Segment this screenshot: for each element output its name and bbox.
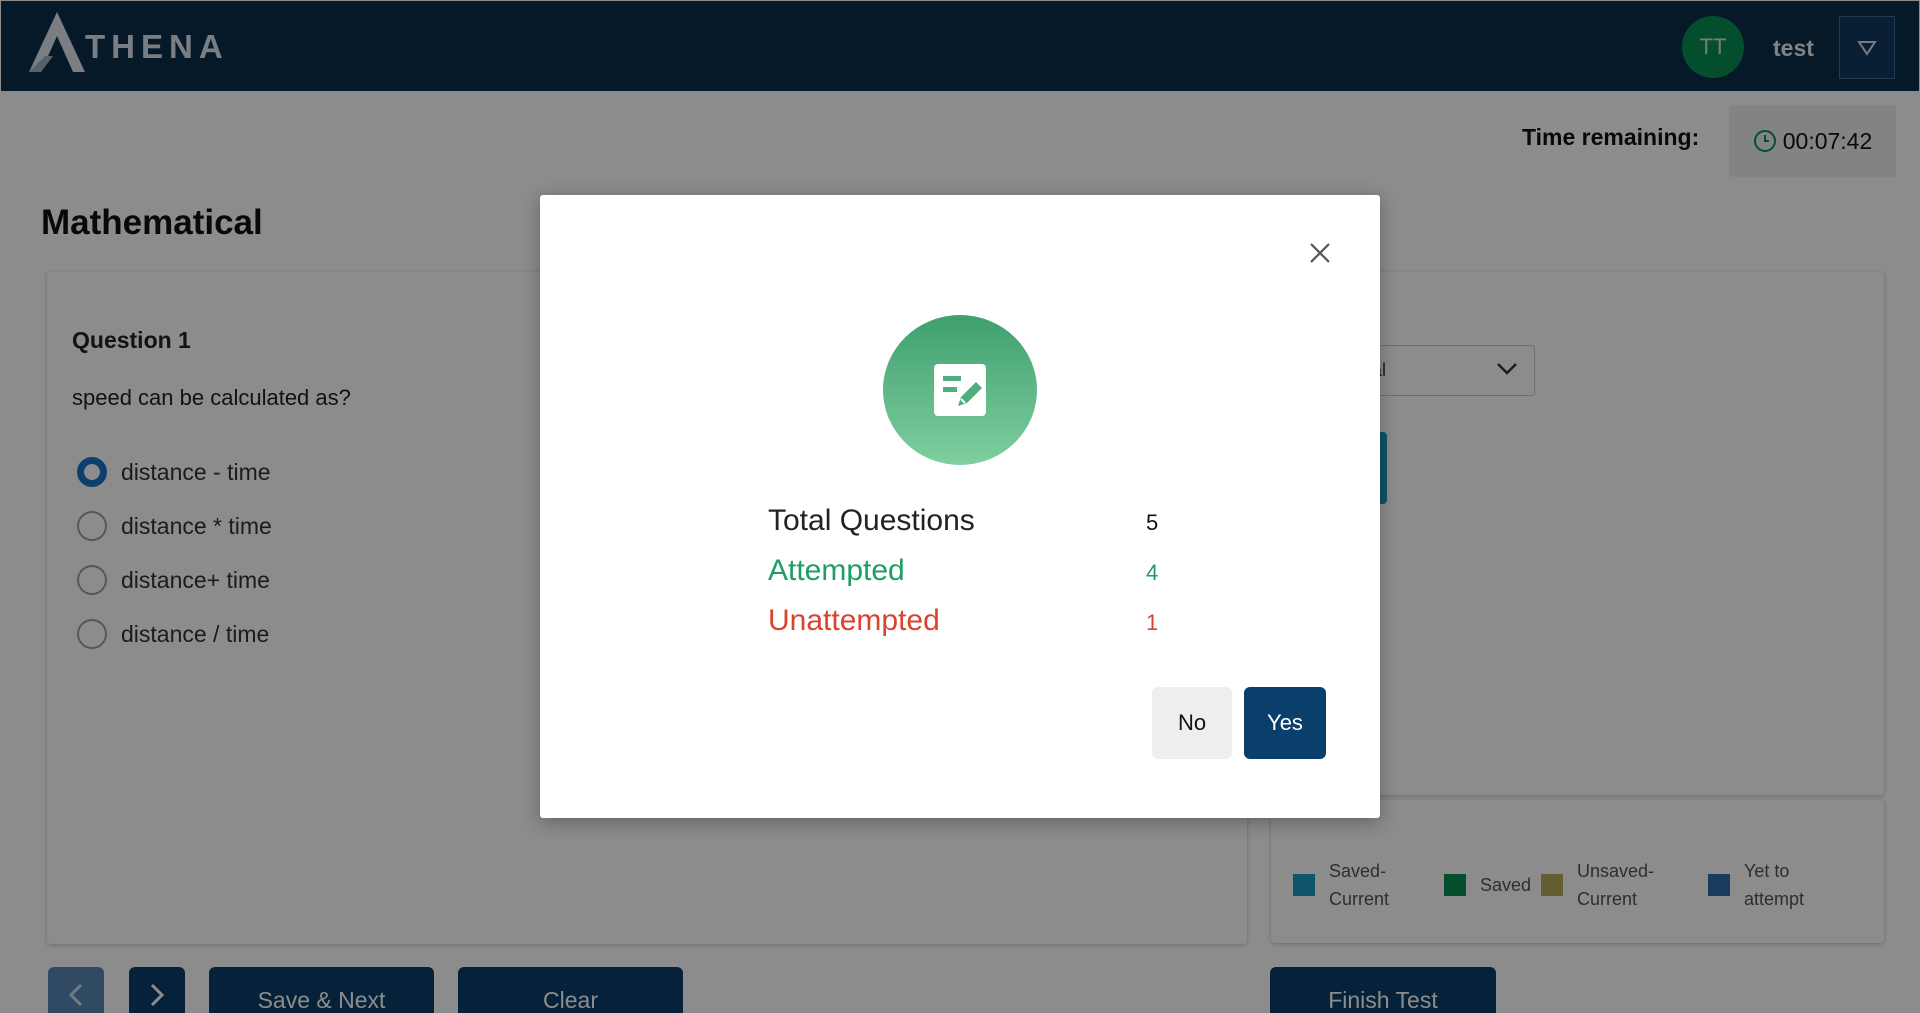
total-questions-value: 5 — [1146, 510, 1159, 535]
edit-document-icon — [934, 364, 986, 416]
unattempted-value: 1 — [1146, 610, 1159, 635]
close-icon — [1310, 243, 1330, 263]
close-button[interactable] — [1302, 235, 1338, 271]
modal-icon-circle — [883, 315, 1037, 465]
total-questions-label: Total Questions — [768, 504, 975, 537]
submit-confirmation-modal: Total Questions 5 Attempted 4 Unattempte… — [540, 195, 1380, 818]
attempted-label: Attempted — [768, 554, 905, 587]
yes-button[interactable]: Yes — [1244, 687, 1326, 759]
no-button[interactable]: No — [1152, 687, 1232, 759]
attempted-value: 4 — [1146, 560, 1159, 585]
unattempted-label: Unattempted — [768, 604, 940, 637]
